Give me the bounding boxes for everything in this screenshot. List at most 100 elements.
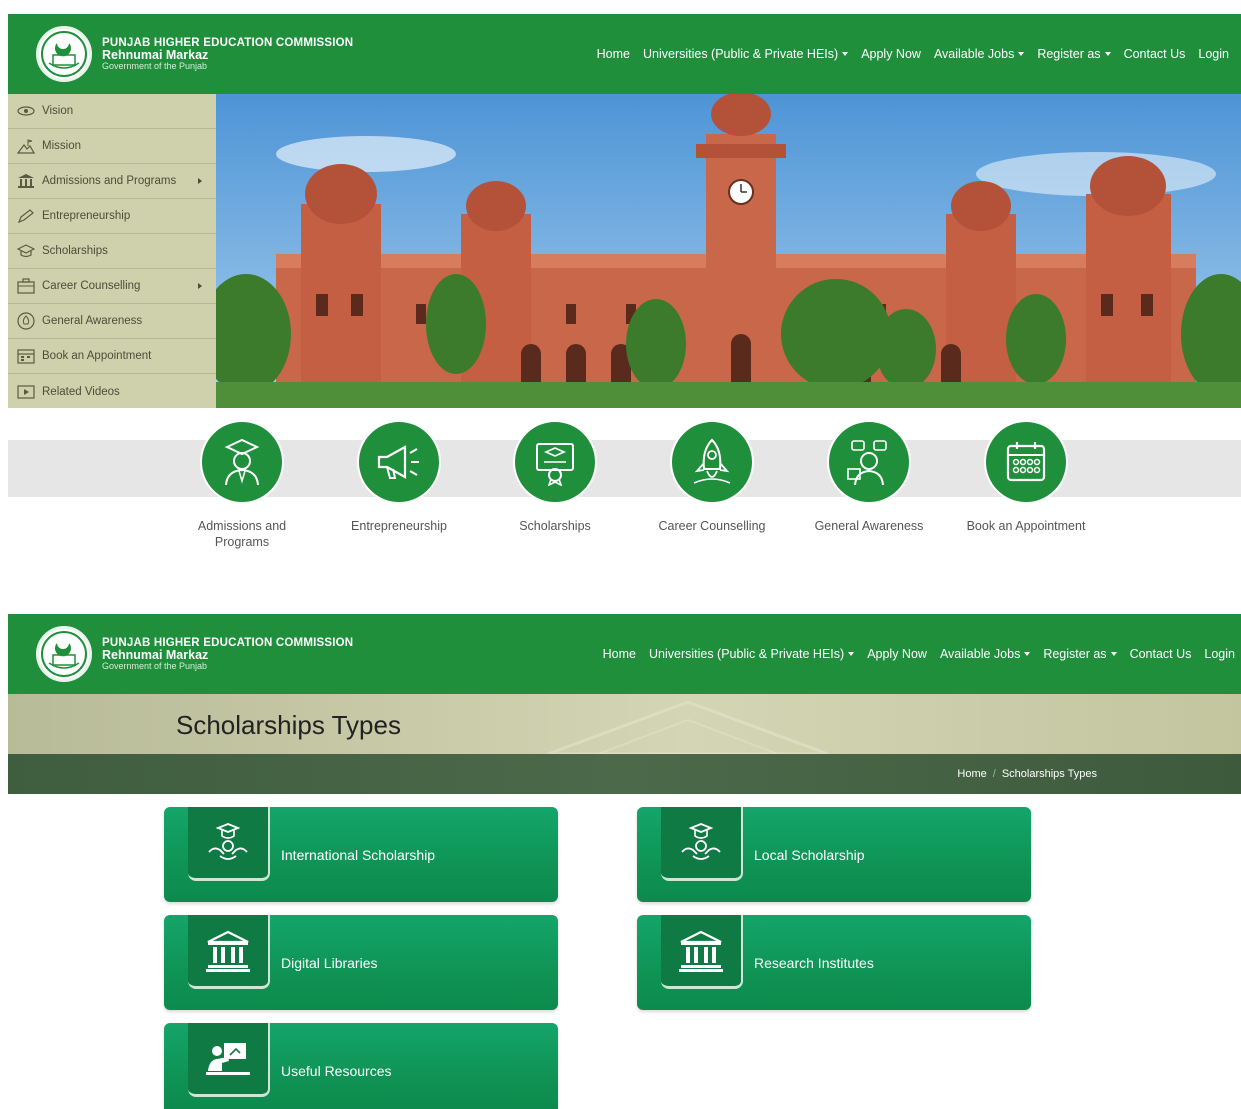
feature-general-awareness[interactable]: General Awareness	[804, 420, 934, 534]
sidebar-item-related-videos[interactable]: Related Videos	[8, 374, 216, 409]
sidebar-menu: Vision Mission Admissions and Programs E…	[8, 94, 216, 408]
brand-logo-link[interactable]: PUNJAB HIGHER EDUCATION COMMISSION Rehnu…	[36, 26, 353, 82]
nav-available-jobs[interactable]: Available Jobs	[934, 47, 1025, 61]
chevron-down-icon	[1018, 52, 1025, 56]
chevron-down-icon	[1110, 652, 1117, 656]
sidebar-item-general-awareness[interactable]: General Awareness	[8, 304, 216, 339]
feature-career-counselling[interactable]: Career Counselling	[647, 420, 777, 534]
site-header: PUNJAB HIGHER EDUCATION COMMISSION Rehnu…	[8, 14, 1241, 94]
thinking-person-icon	[827, 420, 911, 504]
sidebar-item-mission[interactable]: Mission	[8, 129, 216, 164]
sidebar-item-label: Scholarships	[42, 245, 108, 257]
graduate-icon	[200, 420, 284, 504]
card-label: Local Scholarship	[754, 847, 865, 863]
nav-contact-us[interactable]: Contact Us	[1130, 647, 1192, 661]
card-local-scholarship[interactable]: Local Scholarship	[637, 807, 1031, 902]
presentation-icon	[188, 1023, 270, 1097]
brand-line1: PUNJAB HIGHER EDUCATION COMMISSION	[102, 36, 354, 49]
phec-logo-icon	[36, 26, 92, 82]
certificate-icon	[513, 420, 597, 504]
nav-universities[interactable]: Universities (Public & Private HEIs)	[649, 647, 855, 661]
nav-apply-now[interactable]: Apply Now	[867, 647, 927, 661]
library-icon	[188, 915, 270, 989]
scholarship-icon	[661, 807, 743, 881]
sidebar-item-label: General Awareness	[42, 315, 143, 327]
brand-line3: Government of the Punjab	[102, 60, 208, 71]
card-digital-libraries[interactable]: Digital Libraries	[164, 915, 558, 1010]
pen-icon	[16, 208, 36, 224]
library-icon	[661, 915, 743, 989]
sidebar-item-career-counselling[interactable]: Career Counselling	[8, 269, 216, 304]
sidebar-item-scholarships[interactable]: Scholarships	[8, 234, 216, 269]
site-header: PUNJAB HIGHER EDUCATION COMMISSION Rehnu…	[8, 614, 1241, 694]
eye-icon	[16, 103, 36, 119]
sidebar-item-vision[interactable]: Vision	[8, 94, 216, 129]
card-label: Digital Libraries	[281, 955, 378, 971]
feature-scholarships[interactable]: Scholarships	[490, 420, 620, 534]
video-icon	[16, 384, 36, 400]
sidebar-item-label: Related Videos	[42, 385, 120, 398]
breadcrumb-band: Home / Scholarships Types	[8, 754, 1241, 794]
brand-text: PUNJAB HIGHER EDUCATION COMMISSION Rehnu…	[102, 37, 353, 72]
sidebar-item-book-appointment[interactable]: Book an Appointment	[8, 339, 216, 374]
feature-label: Admissions and Programs	[197, 519, 287, 550]
feature-label: Career Counselling	[658, 519, 766, 533]
chevron-down-icon	[1104, 52, 1111, 56]
mountain-flag-icon	[16, 138, 36, 154]
lightbulb-icon	[16, 312, 36, 330]
feature-label: Entrepreneurship	[351, 519, 447, 533]
graduation-cap-icon	[16, 243, 36, 259]
nav-home[interactable]: Home	[597, 47, 630, 61]
sidebar-item-admissions[interactable]: Admissions and Programs	[8, 164, 216, 199]
brand-line3: Government of the Punjab	[102, 660, 208, 671]
chevron-down-icon	[848, 652, 855, 656]
card-research-institutes[interactable]: Research Institutes	[637, 915, 1031, 1010]
feature-admissions[interactable]: Admissions and Programs	[177, 420, 307, 551]
briefcase-icon	[16, 278, 36, 294]
brand-line2: Rehnumai Markaz	[102, 647, 209, 662]
card-label: Useful Resources	[281, 1063, 392, 1079]
card-international-scholarship[interactable]: International Scholarship	[164, 807, 558, 902]
hero-banner-image	[216, 94, 1241, 408]
sidebar-item-label: Admissions and Programs	[42, 175, 177, 187]
card-useful-resources[interactable]: Useful Resources	[164, 1023, 558, 1109]
university-icon	[16, 173, 36, 189]
phec-logo-icon	[36, 626, 92, 682]
calendar-icon	[16, 348, 36, 364]
sidebar-item-label: Mission	[42, 140, 81, 152]
page-title-band: Scholarships Types	[8, 694, 1241, 754]
feature-label: Scholarships	[519, 519, 591, 533]
main-nav: Home Universities (Public & Private HEIs…	[603, 647, 1235, 661]
nav-available-jobs[interactable]: Available Jobs	[940, 647, 1031, 661]
sidebar-item-label: Entrepreneurship	[42, 210, 131, 222]
chevron-down-icon	[1024, 652, 1031, 656]
sidebar-item-label: Career Counselling	[42, 280, 141, 292]
nav-home[interactable]: Home	[603, 647, 636, 661]
nav-apply-now[interactable]: Apply Now	[861, 47, 921, 61]
brand-line2: Rehnumai Markaz	[102, 47, 209, 62]
nav-register-as[interactable]: Register as	[1037, 47, 1111, 61]
calendar-icon	[984, 420, 1068, 504]
nav-login[interactable]: Login	[1198, 47, 1229, 61]
feature-book-appointment[interactable]: Book an Appointment	[961, 420, 1091, 534]
breadcrumb-home[interactable]: Home	[957, 768, 986, 780]
sidebar-item-entrepreneurship[interactable]: Entrepreneurship	[8, 199, 216, 234]
feature-label: General Awareness	[814, 519, 924, 533]
rocket-icon	[670, 420, 754, 504]
breadcrumb-current: Scholarships Types	[1001, 768, 1097, 780]
brand-text: PUNJAB HIGHER EDUCATION COMMISSION Rehnu…	[102, 637, 353, 672]
chevron-right-icon	[198, 178, 202, 184]
nav-contact-us[interactable]: Contact Us	[1124, 47, 1186, 61]
page-title: Scholarships Types	[176, 710, 401, 740]
megaphone-icon	[357, 420, 441, 504]
feature-label: Book an Appointment	[966, 519, 1086, 533]
nav-universities[interactable]: Universities (Public & Private HEIs)	[643, 47, 849, 61]
brand-line1: PUNJAB HIGHER EDUCATION COMMISSION	[102, 636, 354, 649]
scholarship-icon	[188, 807, 270, 881]
feature-entrepreneurship[interactable]: Entrepreneurship	[334, 420, 464, 534]
brand-logo-link[interactable]: PUNJAB HIGHER EDUCATION COMMISSION Rehnu…	[36, 626, 353, 682]
chevron-right-icon	[198, 283, 202, 289]
card-label: Research Institutes	[754, 955, 874, 971]
nav-register-as[interactable]: Register as	[1043, 647, 1117, 661]
nav-login[interactable]: Login	[1204, 647, 1235, 661]
